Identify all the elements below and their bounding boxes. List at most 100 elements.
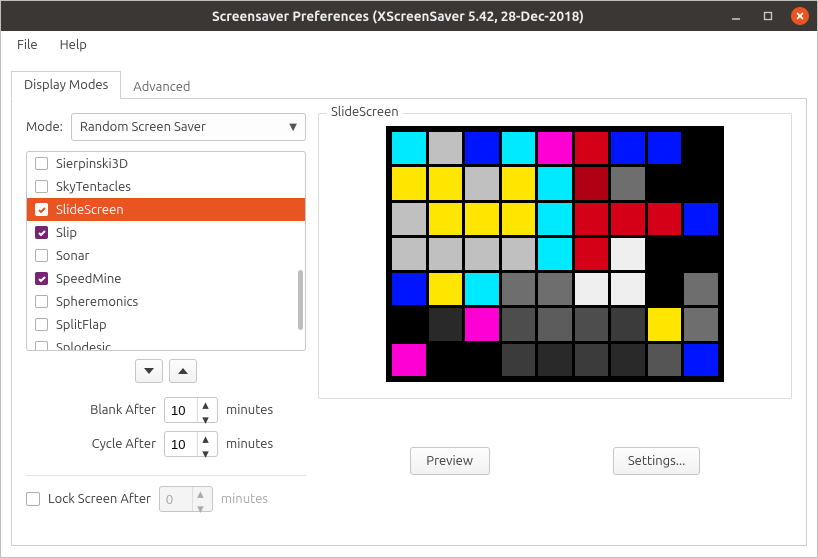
list-item-label: SpeedMine [56,272,121,286]
preview-tile [538,344,572,376]
chevron-down-icon: ▼ [289,121,297,133]
preview-thumbnail [386,126,724,382]
spin-up-icon[interactable]: ▴ [198,398,213,413]
list-item-label: Spheremonics [56,295,138,309]
menu-file[interactable]: File [7,34,48,56]
preview-tile [429,273,463,305]
close-button[interactable] [791,7,809,25]
list-item[interactable]: Splodesic [27,336,305,350]
blank-after-row: Blank After ▴▾ minutes [26,397,306,423]
settings-button[interactable]: Settings... [613,447,701,475]
preview-tile [392,203,426,235]
scrollbar-thumb[interactable] [298,270,303,330]
preview-tile [611,167,645,199]
preview-tile [648,203,682,235]
list-item-checkbox[interactable] [35,180,48,193]
preview-tile [465,167,499,199]
maximize-button[interactable] [759,7,777,25]
preview-tile [684,203,718,235]
list-item[interactable]: SplitFlap [27,313,305,336]
preview-tile [611,203,645,235]
mode-combobox[interactable]: Random Screen Saver ▼ [71,113,306,141]
preview-tile [648,238,682,270]
list-item[interactable]: SkyTentacles [27,175,305,198]
blank-after-spinner[interactable]: ▴▾ [164,397,218,423]
list-item-checkbox[interactable] [35,157,48,170]
preview-tile [538,308,572,340]
preview-tile [575,132,609,164]
lock-screen-spinner: ▴▾ [159,486,213,512]
tabstrip: Display Modes Advanced [1,69,817,99]
preview-button[interactable]: Preview [410,447,490,475]
preview-tile [465,132,499,164]
app-window: Screensaver Preferences (XScreenSaver 5.… [0,0,818,558]
lock-screen-units: minutes [221,492,268,506]
minimize-button[interactable] [727,7,745,25]
list-item[interactable]: Sonar [27,244,305,267]
lock-screen-label: Lock Screen After [48,492,151,506]
preview-tile [392,167,426,199]
list-item-label: SlideScreen [56,203,124,217]
screensaver-list[interactable]: Sierpinski3DSkyTentacles SlideScreen Slip S… [26,151,306,351]
list-item-checkbox[interactable] [35,203,48,216]
preview-fieldset: SlideScreen [318,113,792,399]
list-item-checkbox[interactable] [35,249,48,262]
spin-down-icon[interactable]: ▾ [198,413,213,428]
preview-tile [575,344,609,376]
titlebar: Screensaver Preferences (XScreenSaver 5.… [1,1,817,31]
preview-tile [575,167,609,199]
spin-down-icon[interactable]: ▾ [198,447,213,462]
preview-tile [611,308,645,340]
cycle-after-spinner[interactable]: ▴▾ [164,431,218,457]
preview-tile [684,132,718,164]
tab-display-modes[interactable]: Display Modes [11,71,121,99]
list-item[interactable]: Slip [27,221,305,244]
list-item-checkbox[interactable] [35,318,48,331]
list-item-label: SplitFlap [56,318,107,332]
preview-tile [502,308,536,340]
divider [26,475,306,476]
preview-tile [392,132,426,164]
move-down-button[interactable] [135,359,163,383]
cycle-after-units: minutes [226,437,273,451]
preview-tile [575,203,609,235]
left-column: Mode: Random Screen Saver ▼ Sierpinski3D… [26,113,306,535]
move-up-button[interactable] [169,359,197,383]
spin-up-icon[interactable]: ▴ [198,432,213,447]
preview-tile [684,238,718,270]
list-item[interactable]: SlideScreen [27,198,305,221]
preview-tile [429,344,463,376]
blank-after-input[interactable] [165,398,197,422]
preview-tile [465,203,499,235]
list-item-checkbox[interactable] [35,226,48,239]
menu-help[interactable]: Help [50,34,97,56]
lock-screen-checkbox[interactable] [26,492,40,506]
blank-after-units: minutes [226,403,273,417]
preview-tile [429,308,463,340]
preview-tile [684,273,718,305]
blank-after-label: Blank After [26,403,156,417]
mode-label: Mode: [26,120,63,134]
list-item-checkbox[interactable] [35,272,48,285]
preview-tile [648,167,682,199]
preview-tile [611,238,645,270]
preview-tile [684,167,718,199]
preview-tile [538,273,572,305]
preview-tile [611,273,645,305]
list-item-label: Sonar [56,249,89,263]
list-item-checkbox[interactable] [35,295,48,308]
list-item[interactable]: Sierpinski3D [27,152,305,175]
list-item[interactable]: SpeedMine [27,267,305,290]
preview-tile [392,308,426,340]
preview-tile [575,308,609,340]
preview-tile [465,344,499,376]
list-item[interactable]: Spheremonics [27,290,305,313]
cycle-after-input[interactable] [165,432,197,456]
preview-tile [502,203,536,235]
tab-advanced[interactable]: Advanced [121,74,202,99]
preview-tile [648,344,682,376]
preview-buttons: Preview Settings... [318,447,792,475]
list-item-checkbox[interactable] [35,341,48,350]
preview-tile [538,167,572,199]
preview-tile [392,344,426,376]
